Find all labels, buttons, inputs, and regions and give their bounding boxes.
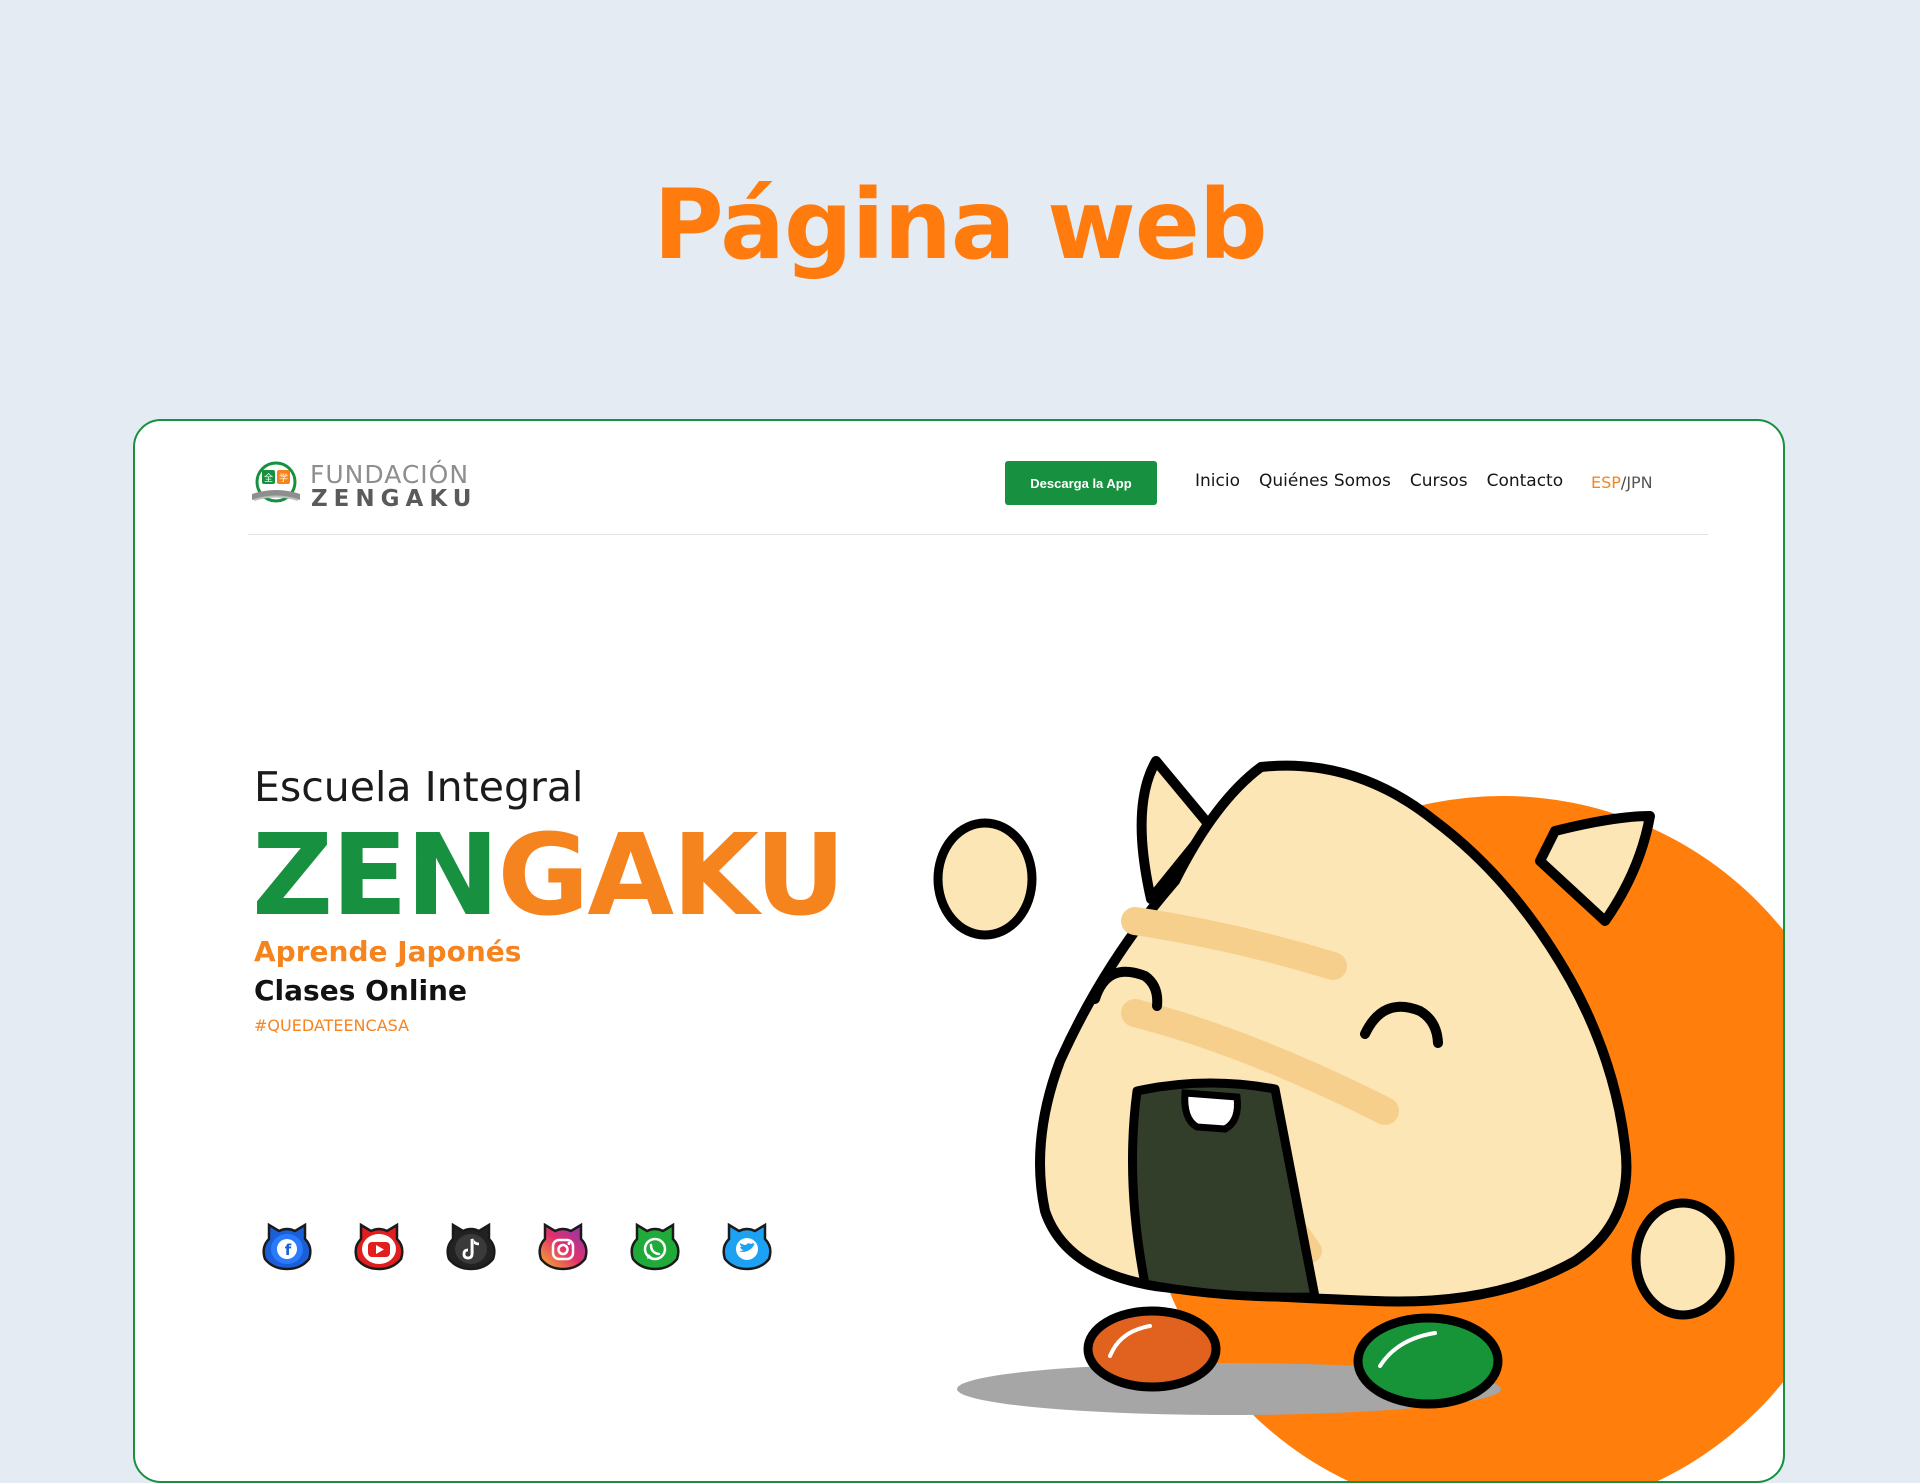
whatsapp-icon[interactable] [627, 1217, 683, 1271]
lang-esp[interactable]: ESP [1591, 473, 1621, 492]
hero-title: ZENGAKU [252, 816, 846, 936]
tagline-clases-online: Clases Online [254, 974, 467, 1007]
youtube-icon[interactable] [351, 1217, 407, 1271]
twitter-icon[interactable] [719, 1217, 775, 1271]
svg-text:f: f [285, 1241, 292, 1259]
logo-text-fundacion: FUNDACIÓN [310, 460, 470, 489]
language-switcher: ESP/JPN [1591, 473, 1653, 492]
nav-link-inicio[interactable]: Inicio [1195, 471, 1240, 491]
svg-text:全: 全 [264, 472, 273, 484]
header-divider [248, 534, 1708, 535]
svg-text:学: 学 [279, 472, 288, 484]
logo[interactable]: 全 学 FUNDACIÓN ZENGAKU [248, 456, 488, 516]
hero-subtitle: Escuela Integral [254, 763, 584, 811]
hero-title-zen: ZEN [252, 811, 499, 941]
onigiri-mascot-illustration [933, 756, 1783, 1481]
page-title: Página web [653, 169, 1267, 281]
hero-title-gaku: GAKU [497, 811, 845, 941]
nav-link-contacto[interactable]: Contacto [1487, 471, 1564, 491]
tiktok-icon[interactable] [443, 1217, 499, 1271]
book-logo-icon: 全 学 [252, 461, 300, 503]
nav-link-quienes-somos[interactable]: Quiénes Somos [1259, 471, 1391, 491]
lang-jpn[interactable]: JPN [1626, 473, 1652, 492]
website-frame: 全 学 FUNDACIÓN ZENGAKU Descarga la App In… [133, 419, 1785, 1483]
main-nav: Inicio Quiénes Somos Cursos Contacto [1195, 471, 1563, 491]
facebook-icon[interactable]: f [259, 1217, 315, 1271]
instagram-icon[interactable] [535, 1217, 591, 1271]
hashtag: #QUEDATEENCASA [254, 1016, 410, 1035]
download-app-button[interactable]: Descarga la App [1005, 461, 1157, 505]
logo-text-zengaku: ZENGAKU [311, 486, 478, 512]
social-links: f [259, 1217, 775, 1271]
tagline-aprende-japones: Aprende Japonés [254, 935, 522, 968]
nav-link-cursos[interactable]: Cursos [1410, 471, 1468, 491]
